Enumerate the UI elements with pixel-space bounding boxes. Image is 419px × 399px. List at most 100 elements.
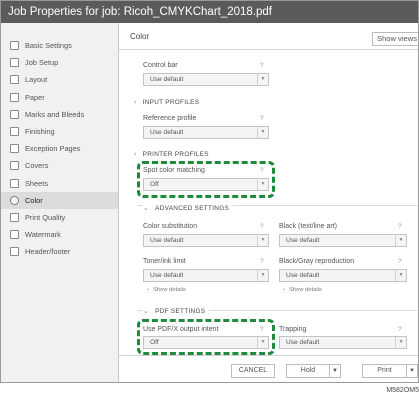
reference-profile-label: Reference profile	[143, 115, 197, 122]
black-text-line-art-label: Black (text/line art)	[279, 223, 337, 230]
settings-panel: Color Show views Control bar ? Use defau…	[119, 23, 418, 382]
toner-ink-show-details-link[interactable]: › Show details	[147, 287, 186, 293]
window-title: Job Properties for job: Ricoh_CMYKChart_…	[1, 1, 418, 23]
sidebar-item-layout[interactable]: Layout	[1, 71, 118, 88]
figure-reference: M582OM5	[386, 387, 419, 394]
trapping-value: Use default	[286, 339, 320, 346]
sidebar-item-label: Finishing	[25, 127, 55, 137]
job-properties-window: Job Properties for job: Ricoh_CMYKChart_…	[0, 0, 419, 383]
chevron-down-icon: ⌄	[143, 308, 150, 315]
chevron-down-icon: ⌄	[143, 205, 150, 212]
chevron-down-icon: ▼	[257, 235, 268, 246]
reference-profile-value: Use default	[150, 129, 184, 136]
color-substitution-select[interactable]: Use default ▼	[143, 234, 269, 247]
page-title: Color	[130, 32, 150, 41]
black-gray-reproduction-value: Use default	[286, 272, 320, 279]
sheets-icon	[10, 178, 19, 188]
sidebar: Basic Settings Job Setup Layout Paper Ma…	[1, 23, 119, 382]
color-icon	[10, 195, 19, 205]
basic-settings-icon	[10, 41, 19, 51]
chevron-right-icon: ›	[134, 151, 137, 158]
toner-ink-limit-help-icon[interactable]: ?	[260, 258, 264, 265]
sidebar-item-sheets[interactable]: Sheets	[1, 175, 118, 192]
watermark-icon	[10, 230, 19, 240]
color-substitution-help-icon[interactable]: ?	[260, 223, 264, 230]
black-gray-reproduction-label: Black/Gray reproduction	[279, 258, 355, 265]
section-heading: ADVANCED SETTINGS	[155, 205, 230, 212]
panel-header: Color Show views	[119, 23, 418, 50]
sidebar-item-label: Watermark	[25, 230, 61, 240]
control-bar-label: Control bar	[143, 62, 178, 69]
show-details-label: Show details	[288, 287, 322, 293]
layout-icon	[10, 75, 19, 85]
black-gray-show-details-link[interactable]: › Show details	[283, 287, 322, 293]
exception-pages-icon	[10, 144, 19, 154]
covers-icon	[10, 161, 19, 171]
advanced-settings-section[interactable]: ⌄ ADVANCED SETTINGS	[143, 204, 234, 212]
sidebar-item-covers[interactable]: Covers	[1, 157, 118, 174]
spot-color-highlight	[137, 161, 275, 198]
pdf-settings-section[interactable]: ⌄ PDF SETTINGS	[143, 307, 210, 315]
trapping-select[interactable]: Use default ▼	[279, 336, 407, 349]
control-bar-select[interactable]: Use default ▼	[143, 73, 269, 86]
input-profiles-section[interactable]: › INPUT PROFILES	[134, 99, 199, 106]
sidebar-item-exception-pages[interactable]: Exception Pages	[1, 140, 118, 157]
control-bar-help-icon[interactable]: ?	[260, 62, 264, 69]
chevron-down-icon: ▼	[257, 74, 268, 85]
trapping-label: Trapping	[279, 326, 307, 333]
sidebar-item-label: Sheets	[25, 178, 49, 188]
sidebar-item-label: Paper	[25, 92, 45, 102]
show-views-button[interactable]: Show views	[372, 32, 418, 46]
job-setup-icon	[10, 58, 19, 68]
chevron-right-icon: ›	[147, 287, 149, 293]
toner-ink-limit-select[interactable]: Use default ▼	[143, 269, 269, 282]
dialog-footer: CANCEL Hold ▼ Print ▼	[119, 355, 418, 382]
sidebar-item-label: Job Setup	[25, 58, 59, 68]
black-text-line-art-value: Use default	[286, 237, 320, 244]
reference-profile-select[interactable]: Use default ▼	[143, 126, 269, 139]
header-footer-icon	[10, 247, 19, 257]
sidebar-item-label: Layout	[25, 75, 48, 85]
section-heading: INPUT PROFILES	[142, 99, 200, 106]
chevron-down-icon: ▼	[395, 270, 406, 281]
black-gray-reproduction-select[interactable]: Use default ▼	[279, 269, 407, 282]
chevron-right-icon: ›	[283, 287, 285, 293]
print-button[interactable]: Print	[362, 364, 407, 378]
sidebar-item-paper[interactable]: Paper	[1, 89, 118, 106]
section-heading: PRINTER PROFILES	[142, 151, 209, 158]
sidebar-item-marks-and-bleeds[interactable]: Marks and Bleeds	[1, 106, 118, 123]
black-gray-reproduction-help-icon[interactable]: ?	[398, 258, 402, 265]
sidebar-item-label: Exception Pages	[25, 144, 81, 154]
chevron-right-icon: ›	[134, 99, 137, 106]
sidebar-item-basic-settings[interactable]: Basic Settings	[1, 37, 118, 54]
cancel-button[interactable]: CANCEL	[231, 364, 275, 378]
chevron-down-icon: ▼	[257, 127, 268, 138]
chevron-down-icon: ▼	[332, 368, 338, 374]
chevron-down-icon: ▼	[395, 337, 406, 348]
black-text-line-art-help-icon[interactable]: ?	[398, 223, 402, 230]
sidebar-item-color[interactable]: Color	[1, 191, 118, 209]
reference-profile-help-icon[interactable]: ?	[260, 115, 264, 122]
print-options-button[interactable]: ▼	[406, 364, 418, 378]
trapping-help-icon[interactable]: ?	[398, 326, 402, 333]
color-substitution-value: Use default	[150, 237, 184, 244]
sidebar-item-watermark[interactable]: Watermark	[1, 226, 118, 243]
sidebar-item-print-quality[interactable]: Print Quality	[1, 209, 118, 226]
sidebar-item-job-setup[interactable]: Job Setup	[1, 54, 118, 71]
chevron-down-icon: ▼	[257, 270, 268, 281]
sidebar-item-label: Covers	[25, 161, 49, 171]
paper-icon	[10, 92, 19, 102]
control-bar-value: Use default	[150, 76, 184, 83]
sidebar-item-header-footer[interactable]: Header/footer	[1, 243, 118, 260]
section-heading: PDF SETTINGS	[155, 308, 206, 315]
sidebar-item-finishing[interactable]: Finishing	[1, 123, 118, 140]
toner-ink-limit-value: Use default	[150, 272, 184, 279]
sidebar-item-label: Marks and Bleeds	[25, 109, 85, 119]
printer-profiles-section[interactable]: › PRINTER PROFILES	[134, 151, 209, 158]
sidebar-item-label: Basic Settings	[25, 41, 72, 51]
hold-options-button[interactable]: ▼	[329, 364, 341, 378]
print-quality-icon	[10, 212, 19, 222]
black-text-line-art-select[interactable]: Use default ▼	[279, 234, 407, 247]
hold-button[interactable]: Hold	[286, 364, 330, 378]
chevron-down-icon: ▼	[409, 368, 415, 374]
